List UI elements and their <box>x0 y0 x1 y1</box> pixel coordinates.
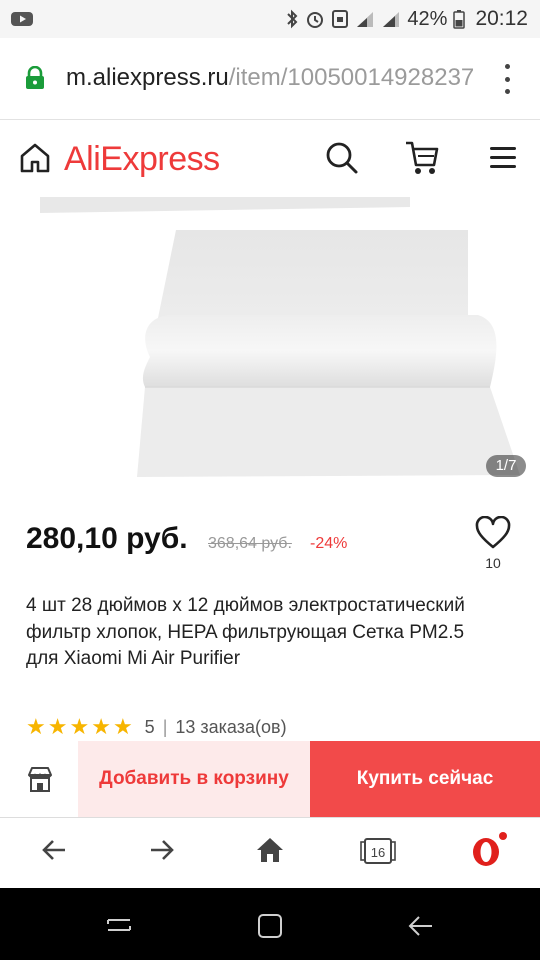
wishlist-count: 10 <box>485 555 501 571</box>
more-vert-icon[interactable] <box>500 64 514 94</box>
url-text[interactable]: m.aliexpress.ru/item/10050014928237 <box>66 64 474 92</box>
product-image[interactable] <box>0 197 540 487</box>
heart-icon[interactable] <box>474 516 512 550</box>
tabs-icon[interactable]: 16 <box>359 836 397 866</box>
star-icon: ★ <box>26 714 46 739</box>
clock: 20:12 <box>475 7 528 30</box>
star-icon: ★ <box>69 714 90 739</box>
orders-count: 13 заказа(ов) <box>175 716 287 737</box>
discount-badge: -24% <box>310 535 348 552</box>
bluetooth-icon <box>285 9 299 29</box>
tabs-count: 16 <box>371 845 385 860</box>
menu-icon[interactable] <box>488 145 518 171</box>
buy-now-button[interactable]: Купить сейчас <box>310 741 540 817</box>
cart-icon[interactable] <box>404 139 440 177</box>
old-price: 368,64 руб. <box>208 535 292 552</box>
back-arrow-icon[interactable] <box>40 836 68 864</box>
search-icon[interactable] <box>324 140 360 176</box>
store-icon <box>28 767 52 792</box>
home-icon[interactable] <box>255 836 285 864</box>
nfc-icon <box>331 9 349 29</box>
alarm-icon <box>305 9 325 29</box>
action-bar: Добавить в корзину Купить сейчас <box>0 741 540 817</box>
youtube-icon <box>10 10 34 28</box>
rating-value: 5 <box>144 716 155 737</box>
home-icon[interactable] <box>18 141 52 175</box>
system-nav-bar <box>0 888 540 960</box>
price: 280,10 руб. <box>26 522 188 555</box>
back-icon[interactable] <box>406 912 436 940</box>
rating-row[interactable]: ★ ★ ★ ★ ★ 5 | 13 заказа(ов) <box>26 716 287 738</box>
status-bar: 42% 20:12 <box>0 0 540 38</box>
address-bar[interactable]: m.aliexpress.ru/item/10050014928237 <box>0 38 540 120</box>
site-header: AliExpress <box>0 121 540 197</box>
signal-icon <box>355 10 375 28</box>
image-counter: 1/7 <box>486 455 526 477</box>
add-to-cart-button[interactable]: Добавить в корзину <box>78 741 310 817</box>
home-button-icon[interactable] <box>256 912 284 940</box>
star-icon: ★ <box>47 714 68 739</box>
url-path: /item/10050014928237 <box>228 64 475 91</box>
recents-icon[interactable] <box>104 912 134 938</box>
signal-icon <box>381 10 401 28</box>
battery-percent: 42% <box>407 7 448 30</box>
opera-icon[interactable] <box>470 832 510 868</box>
product-title: 4 шт 28 дюймов x 12 дюймов электростатич… <box>26 595 465 669</box>
star-icon: ★ <box>112 714 133 739</box>
star-icon: ★ <box>91 714 111 739</box>
battery-icon <box>453 9 466 29</box>
store-button[interactable] <box>0 741 78 817</box>
separator: | <box>162 716 168 737</box>
url-host: m.aliexpress.ru <box>66 64 229 91</box>
lock-icon <box>24 66 46 90</box>
rating-stars: ★ ★ ★ ★ ★ <box>26 716 133 738</box>
forward-arrow-icon[interactable] <box>148 836 176 864</box>
browser-toolbar: 16 <box>0 817 540 888</box>
brand-logo[interactable]: AliExpress <box>64 140 220 179</box>
